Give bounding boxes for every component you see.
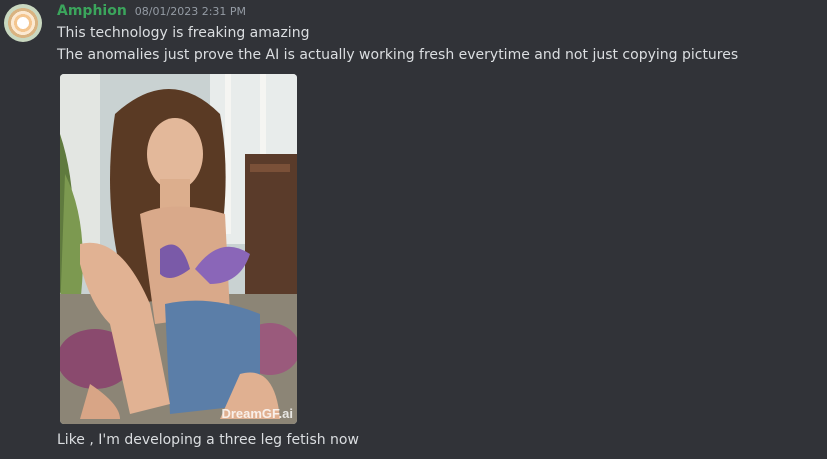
image-watermark: DreamGF.ai (221, 406, 293, 421)
chat-message: Amphion 08/01/2023 2:31 PM This technolo… (0, 0, 827, 459)
message-text-line: Like , I'm developing a three leg fetish… (57, 432, 359, 448)
message-header: Amphion 08/01/2023 2:31 PM (57, 3, 246, 23)
image-attachment[interactable]: DreamGF.ai (60, 74, 297, 424)
username[interactable]: Amphion (57, 3, 127, 19)
message-text-line: The anomalies just prove the AI is actua… (57, 47, 739, 63)
user-avatar[interactable] (4, 4, 42, 42)
message-text-line: This technology is freaking amazing (57, 25, 310, 41)
message-timestamp: 08/01/2023 2:31 PM (134, 5, 247, 18)
attachment-image (60, 74, 297, 424)
